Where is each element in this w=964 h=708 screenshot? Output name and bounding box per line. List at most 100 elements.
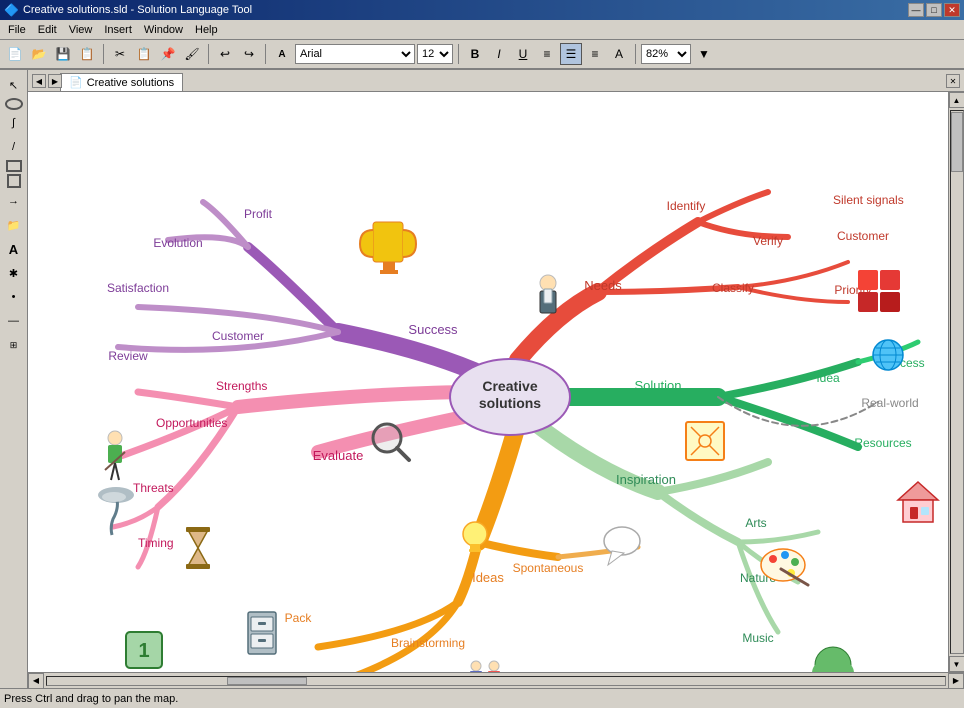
mindmap-canvas[interactable]: Creative solutions Success Profit Evolut… (28, 92, 948, 672)
zoom-selector[interactable]: 82% (641, 44, 691, 64)
minimize-button[interactable]: — (908, 3, 924, 17)
italic-button[interactable]: I (488, 43, 510, 65)
svg-text:Evaluate: Evaluate (313, 448, 364, 463)
align-left-button[interactable]: ≡ (536, 43, 558, 65)
main-area: ↖ ∫ / → 📁 A ✱ • — ⊞ ◀ ▶ 📄 (0, 70, 964, 688)
tool-oval[interactable] (5, 98, 23, 110)
tab-creative-solutions[interactable]: 📄 Creative solutions (60, 73, 183, 91)
tool-square[interactable] (7, 174, 21, 188)
svg-text:Spontaneous: Spontaneous (513, 561, 584, 575)
align-center-button[interactable]: ☰ (560, 43, 582, 65)
tab-close[interactable]: ✕ (946, 74, 960, 88)
menu-insert[interactable]: Insert (98, 22, 138, 38)
svg-text:1: 1 (138, 640, 149, 662)
open-button[interactable]: 📂 (28, 43, 50, 65)
svg-text:Evolution: Evolution (153, 236, 202, 250)
tool-dash[interactable]: — (3, 310, 25, 332)
font-color-button[interactable]: A (608, 43, 630, 65)
svg-text:Classify: Classify (712, 281, 754, 295)
menu-file[interactable]: File (2, 22, 32, 38)
format-button[interactable]: 🖌 (181, 43, 203, 65)
vscroll-thumb[interactable] (951, 112, 963, 172)
svg-text:Success: Success (408, 322, 458, 337)
save-as-button[interactable]: 📋 (76, 43, 98, 65)
menu-window[interactable]: Window (138, 22, 189, 38)
menu-view[interactable]: View (63, 22, 99, 38)
svg-text:Verify: Verify (753, 234, 783, 248)
paste-button[interactable]: 📌 (157, 43, 179, 65)
tab-next[interactable]: ▶ (48, 74, 62, 88)
svg-text:Resources: Resources (854, 436, 911, 450)
left-toolbar: ↖ ∫ / → 📁 A ✱ • — ⊞ (0, 70, 28, 688)
align-right-button[interactable]: ≡ (584, 43, 606, 65)
svg-text:Inspiration: Inspiration (616, 472, 676, 487)
tool-dot[interactable]: • (3, 286, 25, 308)
tool-text[interactable]: A (3, 238, 25, 260)
zoom-dropdown[interactable]: ▼ (693, 43, 715, 65)
maximize-button[interactable]: □ (926, 3, 942, 17)
tab-icon: 📄 (69, 76, 83, 89)
hscroll-thumb[interactable] (227, 677, 307, 685)
tabbar: ◀ ▶ 📄 Creative solutions ✕ (28, 70, 964, 92)
menu-help[interactable]: Help (189, 22, 224, 38)
svg-text:Customer: Customer (837, 229, 889, 243)
svg-text:Strengths: Strengths (216, 379, 267, 393)
separator3 (265, 44, 266, 64)
format2-button[interactable]: A (271, 43, 293, 65)
separator1 (103, 44, 104, 64)
svg-text:Opportunities: Opportunities (156, 416, 227, 430)
close-button[interactable]: ✕ (944, 3, 960, 17)
tool-arrow[interactable]: ↖ (3, 74, 25, 96)
window-title: Creative solutions.sld - Solution Langua… (23, 4, 908, 16)
tool-line[interactable]: / (3, 136, 25, 158)
horizontal-scrollbar: ◀ ▶ (28, 672, 964, 688)
tab-prev[interactable]: ◀ (32, 74, 46, 88)
statusbar: Press Ctrl and drag to pan the map. (0, 688, 964, 708)
bold-button[interactable]: B (464, 43, 486, 65)
svg-text:Real-world: Real-world (861, 396, 918, 410)
tool-expand[interactable]: ⊞ (3, 334, 25, 356)
svg-text:Needs: Needs (584, 278, 622, 293)
tool-arrow2[interactable]: → (3, 190, 25, 212)
font-selector[interactable]: Arial (295, 44, 415, 64)
tab-label: Creative solutions (87, 77, 174, 89)
redo-button[interactable]: ↪ (238, 43, 260, 65)
svg-text:Brainstorming: Brainstorming (391, 636, 465, 650)
svg-text:Ideas: Ideas (472, 570, 504, 585)
separator5 (635, 44, 636, 64)
svg-text:Idea: Idea (816, 371, 840, 385)
hscroll-track[interactable] (46, 676, 946, 686)
menu-edit[interactable]: Edit (32, 22, 63, 38)
copy-button[interactable]: 📋 (133, 43, 155, 65)
app-icon: 🔷 (4, 3, 19, 17)
hscroll-left[interactable]: ◀ (28, 673, 44, 689)
svg-text:Team: Team (263, 671, 292, 672)
vertical-scrollbar: ▲ ▼ (948, 92, 964, 672)
new-button[interactable]: 📄 (4, 43, 26, 65)
underline-button[interactable]: U (512, 43, 534, 65)
center-area: ◀ ▶ 📄 Creative solutions ✕ (28, 70, 964, 688)
svg-text:Customer: Customer (212, 329, 264, 343)
cut-button[interactable]: ✂ (109, 43, 131, 65)
hscroll-right[interactable]: ▶ (948, 673, 964, 689)
separator4 (458, 44, 459, 64)
vscroll-track[interactable] (950, 110, 964, 654)
svg-text:solutions: solutions (479, 395, 541, 411)
tool-star[interactable]: ✱ (3, 262, 25, 284)
undo-button[interactable]: ↩ (214, 43, 236, 65)
vscroll-down[interactable]: ▼ (949, 656, 964, 672)
svg-text:Threats: Threats (133, 481, 174, 495)
tab-close-area: ✕ (946, 74, 960, 88)
vscroll-up[interactable]: ▲ (949, 92, 964, 108)
tool-folder[interactable]: 📁 (3, 214, 25, 236)
tool-rect[interactable] (6, 160, 22, 172)
fontsize-selector[interactable]: 12 (417, 44, 453, 64)
svg-text:Profit: Profit (244, 207, 273, 221)
save-button[interactable]: 💾 (52, 43, 74, 65)
svg-text:Arts: Arts (745, 516, 766, 530)
app-window: 🔷 Creative solutions.sld - Solution Lang… (0, 0, 964, 708)
svg-text:Silent signals: Silent signals (833, 193, 904, 207)
separator2 (208, 44, 209, 64)
toolbar: 📄 📂 💾 📋 ✂ 📋 📌 🖌 ↩ ↪ A Arial 12 B I U ≡ ☰… (0, 40, 964, 70)
tool-curve[interactable]: ∫ (3, 112, 25, 134)
